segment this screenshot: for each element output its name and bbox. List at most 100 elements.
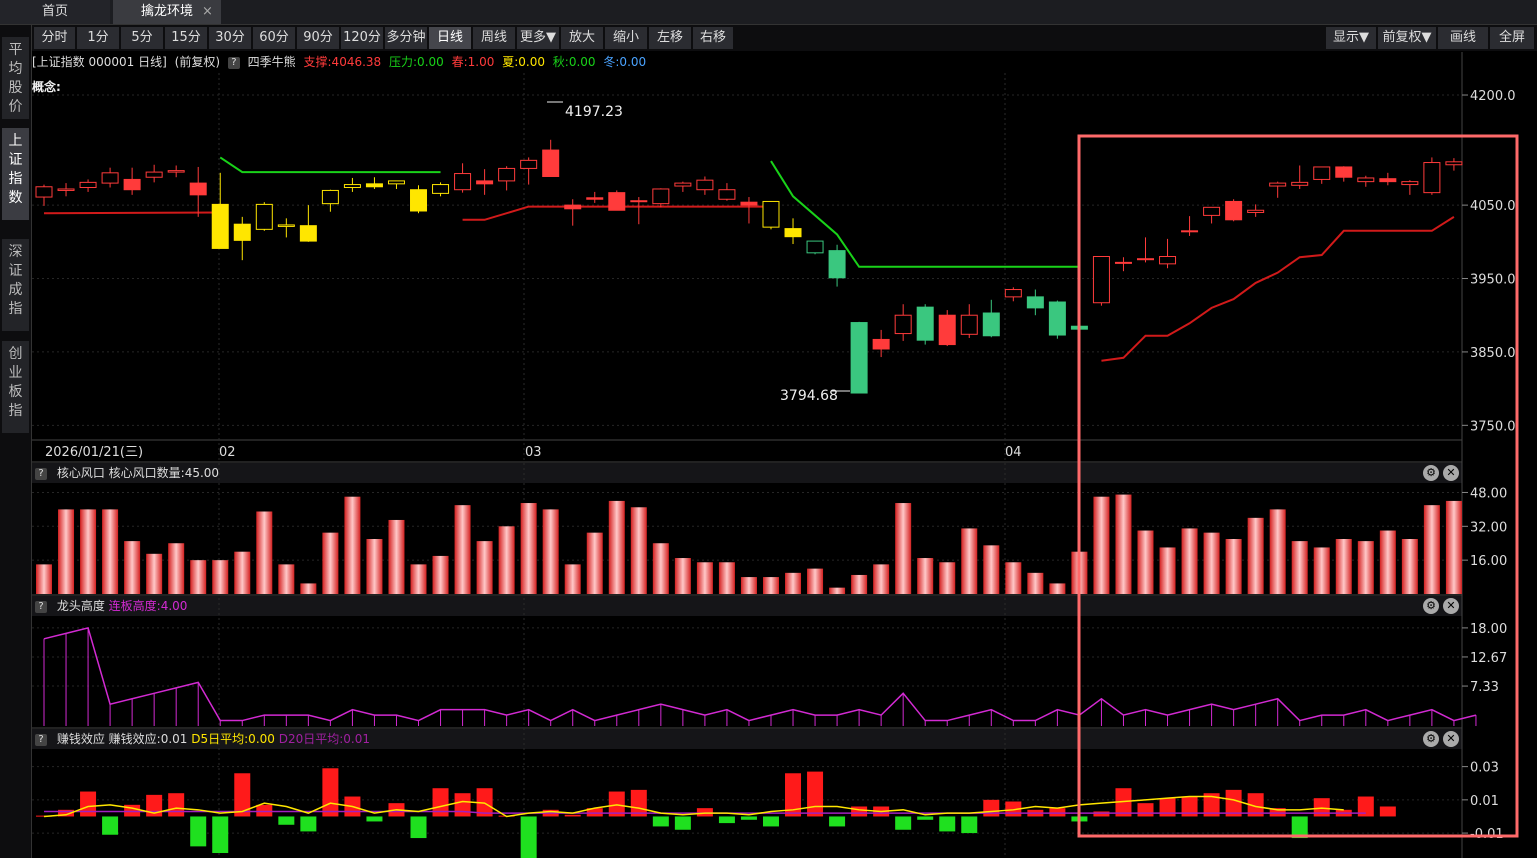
candle-body (916, 306, 934, 341)
price-tick-label: 3850.0 (1470, 346, 1516, 361)
profit-bar (278, 816, 295, 825)
core-bar (1269, 509, 1286, 594)
candle-body (79, 181, 97, 189)
profit-bar (807, 771, 824, 817)
candle-body (806, 240, 824, 254)
candle-body (387, 180, 405, 185)
candle-body (828, 250, 846, 279)
candle-body (696, 179, 714, 191)
candle-body (123, 178, 141, 191)
core-bar (234, 551, 251, 594)
support-line-green (219, 156, 441, 174)
dragon-tick-label: 18.00 (1470, 622, 1507, 637)
price-tick-label: 3750.0 (1470, 419, 1516, 434)
core-bar (586, 532, 603, 594)
candle-body (277, 224, 295, 227)
candle-body (520, 159, 538, 169)
candle-body (1357, 177, 1375, 183)
core-bar (608, 500, 625, 594)
high-annotation: 4197.23 (565, 104, 623, 120)
core-bar (1357, 541, 1374, 594)
candle-body (1092, 256, 1110, 304)
price-tick-label: 4200.0 (1470, 89, 1516, 104)
candle-body (586, 197, 604, 200)
candle-body (321, 189, 339, 205)
candle-body (1247, 209, 1265, 213)
price-tick-label: 4050.0 (1470, 199, 1516, 214)
profit-bar (939, 816, 956, 832)
core-bar (762, 577, 779, 594)
core-bar (674, 558, 691, 594)
core-bar (718, 562, 735, 594)
date-label: 04 (1005, 445, 1022, 460)
core-bar (36, 564, 52, 594)
profit-bar (917, 816, 934, 820)
candle-body (299, 225, 317, 242)
core-bar (983, 545, 1000, 594)
candle-body (1225, 200, 1243, 221)
profit-tick-label: 0.01 (1470, 794, 1499, 809)
profit-bar (366, 816, 383, 822)
core-bar (1313, 547, 1330, 594)
candle-body (1269, 182, 1287, 187)
candle-body (608, 192, 626, 211)
candle-body (1313, 166, 1331, 180)
chart-canvas[interactable]: 4200.0 4050.0 3950.0 3850.0 3750.0 4197.23 379… (0, 0, 1537, 858)
candle-body (652, 188, 670, 205)
candle-body (1137, 258, 1154, 261)
profit-bar (983, 799, 1000, 817)
profit-bar (1093, 811, 1110, 817)
support-line-red (43, 211, 221, 215)
date-label: 2026/01/21(三) (45, 445, 143, 460)
core-bar (1379, 530, 1396, 594)
dragon-line (43, 626, 1477, 722)
core-bar (630, 507, 647, 594)
candle-body (1401, 181, 1419, 186)
candle-body (454, 173, 472, 191)
profit-bar (102, 816, 119, 835)
candle-body (1114, 261, 1132, 264)
candle-body (740, 201, 758, 206)
core-bar (542, 509, 559, 594)
profit-bar (168, 793, 185, 817)
core-bar (1027, 572, 1044, 594)
candle-body (57, 188, 75, 191)
core-bar (873, 564, 890, 594)
core-bar (1401, 539, 1418, 594)
dragon-tick-label: 7.33 (1470, 680, 1499, 695)
profit-bar (851, 806, 868, 817)
core-bar (80, 509, 97, 594)
core-bar (322, 532, 339, 594)
profit-tick-label: 0.03 (1470, 761, 1499, 776)
candle-body (630, 200, 648, 203)
core-bar (564, 564, 581, 594)
candle-body (498, 167, 516, 182)
candle-body (982, 312, 1000, 337)
candle-body (432, 184, 450, 194)
candle-body (101, 172, 119, 184)
core-bar (1335, 539, 1352, 594)
candle-body (872, 338, 890, 350)
candle-body (1004, 289, 1022, 298)
core-bar (212, 560, 229, 594)
candle-body (35, 186, 53, 198)
highlight-box (1077, 134, 1519, 838)
profit-bar (674, 816, 691, 830)
core-bar (366, 539, 383, 594)
core-bar (807, 568, 824, 594)
profit-bar (212, 816, 229, 854)
core-bar (696, 562, 713, 594)
profit-bar (454, 793, 471, 817)
core-bar (1291, 541, 1308, 594)
candle-body (762, 200, 780, 228)
candle-body (211, 203, 229, 249)
core-bar (388, 519, 405, 594)
core-bar (1225, 539, 1242, 594)
candle-body (1445, 161, 1463, 166)
candle-body (718, 189, 736, 200)
core-bar (344, 496, 361, 594)
candle-body (674, 182, 692, 187)
price-tick-label: 3950.0 (1470, 273, 1516, 288)
candle-body (1335, 166, 1353, 178)
date-label: 02 (219, 445, 236, 460)
